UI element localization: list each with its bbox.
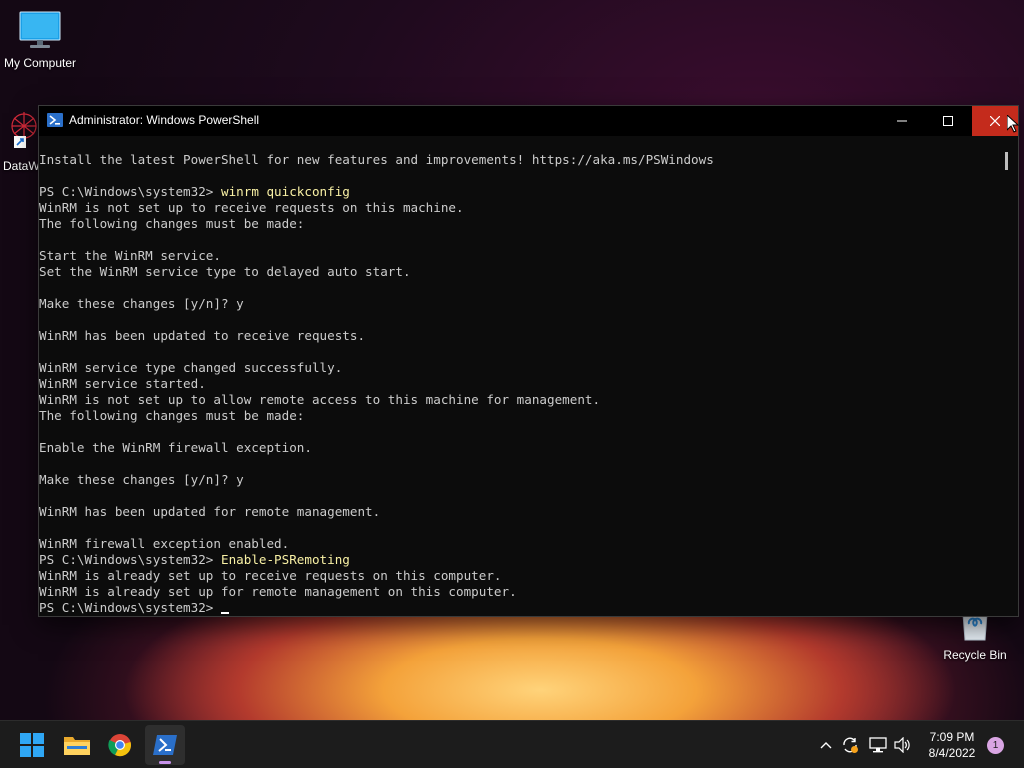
taskbar-powershell[interactable] — [145, 725, 185, 765]
console-line: WinRM has been updated to receive reques… — [39, 328, 999, 344]
window-title: Administrator: Windows PowerShell — [69, 113, 260, 127]
maximize-icon — [943, 116, 953, 126]
console-line: The following changes must be made: — [39, 216, 999, 232]
close-icon — [990, 116, 1000, 126]
clock-time: 7:09 PM — [929, 730, 975, 744]
console-line-text: WinRM is already set up for remote manag… — [39, 584, 517, 599]
active-indicator — [159, 761, 171, 764]
console-line: Make these changes [y/n]? y — [39, 472, 999, 488]
recycle-bin-icon — [962, 613, 988, 641]
console-line-text: WinRM firewall exception enabled. — [39, 536, 290, 551]
console-line-text: Start the WinRM service. — [39, 248, 221, 263]
taskbar: 7:09 PM 8/4/2022 1 — [0, 720, 1024, 768]
console-line-text: WinRM is not set up to allow remote acce… — [39, 392, 601, 407]
console-line: Set the WinRM service type to delayed au… — [39, 264, 999, 280]
taskbar-file-explorer[interactable] — [57, 725, 97, 765]
console-line-text: Make these changes [y/n]? y — [39, 472, 244, 487]
console-line: WinRM service type changed successfully. — [39, 360, 999, 376]
windows-logo-icon — [20, 733, 44, 757]
console-line: The following changes must be made: — [39, 408, 999, 424]
console-line: WinRM has been updated for remote manage… — [39, 504, 999, 520]
console-line-text: WinRM has been updated to receive reques… — [39, 328, 366, 343]
sync-status-button[interactable] — [840, 735, 860, 755]
console-command: winrm quickconfig — [220, 184, 350, 199]
console-line: PS C:\Windows\system32> — [39, 600, 999, 616]
notification-badge[interactable]: 1 — [987, 737, 1004, 754]
maximize-button[interactable] — [925, 106, 971, 136]
minimize-icon — [897, 120, 907, 122]
network-icon — [869, 737, 887, 753]
console-line: Make these changes [y/n]? y — [39, 296, 999, 312]
console-line: Enable the WinRM firewall exception. — [39, 440, 999, 456]
taskbar-chrome[interactable] — [100, 725, 140, 765]
chrome-icon — [108, 734, 131, 757]
console-line: WinRM is not set up to allow remote acce… — [39, 392, 999, 408]
console-line-text: PS C:\Windows\system32> — [39, 600, 221, 615]
mouse-pointer-icon — [1007, 115, 1019, 133]
text-cursor — [220, 612, 229, 614]
console-output[interactable]: Install the latest PowerShell for new fe… — [39, 152, 999, 616]
network-button[interactable] — [868, 735, 888, 755]
console-line-text: WinRM has been updated for remote manage… — [39, 504, 381, 519]
title-bar[interactable]: Administrator: Windows PowerShell — [39, 106, 1018, 136]
console-line: WinRM service started. — [39, 376, 999, 392]
minimize-button[interactable] — [879, 106, 925, 136]
datawarrior-icon — [11, 112, 37, 148]
console-line: PS C:\Windows\system32> winrm quickconfi… — [39, 184, 999, 200]
desktop-icon-recycle-bin[interactable]: Recycle Bin — [935, 613, 1015, 662]
console-line-text: Enable the WinRM firewall exception. — [39, 440, 312, 455]
console-line-text: The following changes must be made: — [39, 408, 305, 423]
console-line: WinRM firewall exception enabled. — [39, 536, 999, 552]
show-hidden-icons-button[interactable] — [816, 735, 836, 755]
console-line: PS C:\Windows\system32> Enable-PSRemotin… — [39, 552, 999, 568]
monitor-icon — [19, 11, 61, 48]
console-line-text: WinRM service type changed successfully. — [39, 360, 343, 375]
console-line-text: The following changes must be made: — [39, 216, 305, 231]
volume-button[interactable] — [893, 735, 913, 755]
desktop-icon-label: My Computer — [3, 56, 77, 70]
desktop-icon-label: DataW — [3, 159, 40, 173]
console-command: Enable-PSRemoting — [220, 552, 350, 567]
console-line-text: PS C:\Windows\system32> — [39, 552, 221, 567]
powershell-icon — [47, 112, 63, 133]
console-line-text: WinRM service started. — [39, 376, 206, 391]
start-button[interactable] — [12, 725, 52, 765]
desktop: My Computer DataW Recycle Bin Administra… — [0, 0, 1024, 768]
console-line-text: Make these changes [y/n]? y — [39, 296, 244, 311]
console-line: WinRM is already set up for remote manag… — [39, 584, 999, 600]
chevron-up-icon — [820, 742, 832, 749]
clock[interactable]: 7:09 PM 8/4/2022 — [920, 729, 984, 761]
volume-icon — [894, 737, 910, 753]
powershell-icon — [153, 735, 177, 755]
console-line: WinRM is already set up to receive reque… — [39, 568, 999, 584]
console-line-text: Set the WinRM service type to delayed au… — [39, 264, 411, 279]
console-line-text: Install the latest PowerShell for new fe… — [39, 152, 714, 167]
scrollbar-thumb[interactable] — [1005, 152, 1008, 170]
console-line-text: WinRM is already set up to receive reque… — [39, 568, 502, 583]
console-line: Install the latest PowerShell for new fe… — [39, 152, 999, 168]
console-line: WinRM is not set up to receive requests … — [39, 200, 999, 216]
folder-icon — [64, 737, 90, 755]
powershell-window[interactable]: Administrator: Windows PowerShell Instal… — [38, 105, 1019, 617]
console-line: Start the WinRM service. — [39, 248, 999, 264]
console-line-text: PS C:\Windows\system32> — [39, 184, 221, 199]
sync-icon — [843, 737, 858, 753]
desktop-icon-label: Recycle Bin — [943, 648, 1007, 662]
desktop-icon-my-computer[interactable]: My Computer — [0, 10, 80, 70]
clock-date: 8/4/2022 — [928, 746, 976, 760]
console-line-text: WinRM is not set up to receive requests … — [39, 200, 464, 215]
